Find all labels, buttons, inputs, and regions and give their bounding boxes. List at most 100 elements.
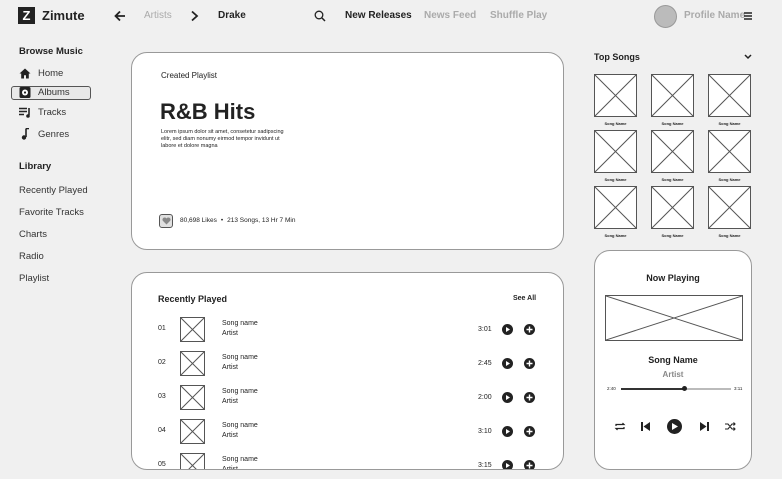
top-song-name: Song Name — [718, 121, 741, 126]
track-number: 03 — [158, 393, 166, 400]
song-duration: 3:10 — [478, 428, 492, 435]
track-number: 04 — [158, 427, 166, 434]
song-artist: Artist — [222, 466, 238, 470]
sidebar-item-recently-played[interactable]: Recently Played — [19, 185, 88, 196]
repeat-icon[interactable] — [614, 421, 626, 432]
now-playing-title: Now Playing — [646, 273, 700, 283]
top-song-tile[interactable]: Song Name — [708, 130, 751, 182]
top-song-tile[interactable]: Song Name — [708, 74, 751, 126]
top-song-name: Song Name — [661, 121, 684, 126]
total-time: 3:11 — [734, 386, 743, 391]
sidebar-item-radio[interactable]: Radio — [19, 251, 44, 262]
add-button[interactable] — [524, 392, 535, 403]
add-button[interactable] — [524, 358, 535, 369]
playlist-card: Created Playlist R&B Hits Lorem ipsum do… — [131, 52, 564, 250]
next-icon[interactable] — [699, 421, 710, 432]
menu-icon[interactable] — [744, 12, 752, 20]
nav-shuffle-play[interactable]: Shuffle Play — [490, 10, 547, 21]
nav-news-feed[interactable]: News Feed — [424, 10, 476, 21]
nav-new-releases[interactable]: New Releases — [345, 10, 412, 21]
library-heading: Library — [19, 161, 52, 172]
play-button[interactable] — [502, 460, 513, 469]
song-artwork — [708, 130, 751, 173]
sidebar-item-home[interactable]: Home — [19, 68, 63, 79]
stats-separator: • — [220, 217, 224, 224]
play-icon — [506, 429, 510, 434]
sidebar-item-label: Albums — [38, 87, 70, 98]
track-number: 01 — [158, 325, 166, 332]
plus-icon — [526, 428, 533, 435]
add-button[interactable] — [524, 426, 535, 437]
sidebar-item-favorite-tracks[interactable]: Favorite Tracks — [19, 207, 84, 218]
top-song-tile[interactable]: Song Name — [708, 186, 751, 238]
song-row[interactable]: 05 Song name Artist 3:15 — [132, 453, 563, 470]
sidebar-item-label: Home — [38, 68, 64, 79]
song-artwork — [594, 74, 637, 117]
sidebar-item-playlist[interactable]: Playlist — [19, 273, 49, 284]
like-button[interactable] — [159, 214, 173, 228]
sidebar-item-genres[interactable]: Genres — [19, 128, 69, 140]
top-song-name: Song Name — [661, 177, 684, 182]
chevron-down-icon[interactable] — [744, 54, 752, 60]
top-song-tile[interactable]: Song Name — [651, 186, 694, 238]
song-row[interactable]: 01 Song name Artist 3:01 — [132, 317, 563, 345]
breadcrumb-current[interactable]: Drake — [218, 10, 246, 21]
song-name: Song name — [222, 456, 258, 463]
back-arrow-icon[interactable] — [114, 10, 126, 22]
play-button[interactable] — [502, 324, 513, 335]
now-playing-song: Song Name — [648, 355, 698, 365]
song-row[interactable]: 02 Song name Artist 2:45 — [132, 351, 563, 379]
search-icon[interactable] — [314, 10, 326, 22]
play-icon — [672, 423, 678, 430]
profile-name[interactable]: Profile Name — [684, 10, 745, 21]
play-button[interactable] — [502, 426, 513, 437]
song-artwork — [180, 385, 205, 410]
sidebar-item-charts[interactable]: Charts — [19, 229, 47, 240]
add-button[interactable] — [524, 460, 535, 469]
plus-icon — [526, 360, 533, 367]
top-song-tile[interactable]: Song Name — [594, 186, 637, 238]
playlist-meta: 213 Songs, 13 Hr 7 Min — [227, 217, 296, 224]
song-name: Song name — [222, 320, 258, 327]
progress-knob[interactable] — [682, 386, 688, 391]
progress-slider[interactable] — [621, 386, 731, 391]
song-artwork — [651, 74, 694, 117]
top-song-tile[interactable]: Song Name — [651, 130, 694, 182]
song-artwork — [180, 419, 205, 444]
see-all-link[interactable]: See All — [513, 295, 536, 302]
sidebar-item-tracks[interactable]: Tracks — [19, 107, 66, 118]
song-artwork — [651, 186, 694, 229]
song-artwork — [651, 130, 694, 173]
shuffle-icon[interactable] — [724, 421, 736, 432]
top-song-tile[interactable]: Song Name — [594, 130, 637, 182]
play-icon — [506, 361, 510, 366]
now-playing-card: Now Playing Song Name Artist 2:40 3:11 — [594, 250, 752, 470]
sidebar-item-albums[interactable]: Albums — [19, 87, 70, 98]
play-button[interactable] — [502, 358, 513, 369]
song-row[interactable]: 03 Song name Artist 2:00 — [132, 385, 563, 413]
genres-icon — [21, 128, 29, 140]
song-artwork — [708, 186, 751, 229]
sidebar-item-label: Tracks — [38, 107, 67, 118]
top-song-tile[interactable]: Song Name — [651, 74, 694, 126]
song-duration: 2:00 — [478, 394, 492, 401]
top-song-name: Song Name — [604, 233, 627, 238]
add-button[interactable] — [524, 324, 535, 335]
plus-icon — [526, 394, 533, 401]
breadcrumb-artists[interactable]: Artists — [144, 10, 172, 21]
song-artwork — [180, 453, 205, 469]
avatar[interactable] — [654, 5, 677, 28]
play-icon — [506, 395, 510, 400]
previous-icon[interactable] — [640, 421, 651, 432]
play-button[interactable] — [502, 392, 513, 403]
song-artwork — [180, 317, 205, 342]
song-name: Song name — [222, 354, 258, 361]
playlist-description: Lorem ipsum dolor sit amet, consetetur s… — [161, 129, 284, 149]
top-song-tile[interactable]: Song Name — [594, 74, 637, 126]
song-row[interactable]: 04 Song name Artist 3:10 — [132, 419, 563, 447]
song-duration: 3:15 — [478, 462, 492, 469]
recently-played-card: Recently Played See All 01 Song name Artis… — [131, 272, 564, 470]
play-button[interactable] — [667, 419, 682, 434]
logo[interactable]: Z Zimute — [18, 7, 85, 24]
now-playing-artist: Artist — [662, 370, 684, 379]
